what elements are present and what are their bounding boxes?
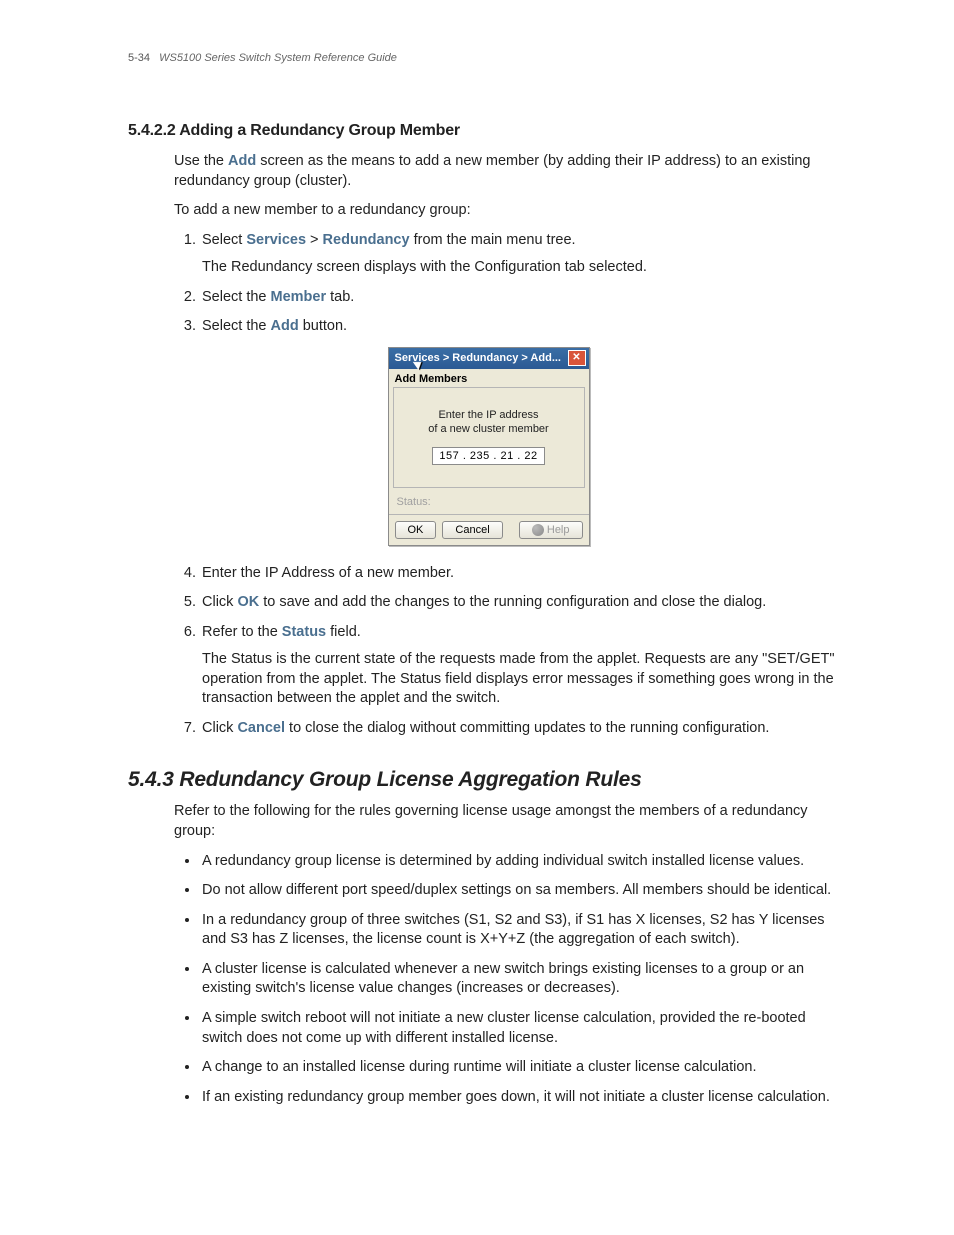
step-6-detail: The Status is the current state of the r… bbox=[202, 650, 849, 709]
doc-title: WS5100 Series Switch System Reference Gu… bbox=[159, 52, 397, 64]
cancel-button[interactable]: Cancel bbox=[442, 521, 502, 539]
section-heading-5422: 5.4.2.2 Adding a Redundancy Group Member bbox=[128, 122, 849, 140]
step-1-detail: The Redundancy screen displays with the … bbox=[202, 258, 849, 278]
close-icon: ✕ bbox=[572, 353, 580, 363]
dialog-titlebar: Services > Redundancy > Add... ✕ bbox=[389, 348, 589, 369]
dialog-screenshot: Services > Redundancy > Add... ✕ Add Mem… bbox=[128, 347, 849, 546]
list-item: In a redundancy group of three switches … bbox=[200, 911, 849, 950]
section-number: 5.4.3 bbox=[128, 768, 174, 791]
cursor-icon bbox=[415, 359, 425, 373]
dialog-body: Enter the IP address of a new cluster me… bbox=[393, 387, 585, 488]
close-button[interactable]: ✕ bbox=[568, 350, 586, 366]
dialog-button-row: OK Cancel Help bbox=[389, 514, 589, 545]
add-members-dialog: Services > Redundancy > Add... ✕ Add Mem… bbox=[388, 347, 590, 546]
list-item: A change to an installed license during … bbox=[200, 1058, 849, 1078]
list-item: Do not allow different port speed/duplex… bbox=[200, 881, 849, 901]
keyword-status: Status bbox=[282, 624, 326, 640]
section-heading-543: 5.4.3 Redundancy Group License Aggregati… bbox=[128, 768, 849, 792]
section-title: Redundancy Group License Aggregation Rul… bbox=[179, 768, 641, 791]
page-number: 5-34 bbox=[128, 52, 150, 64]
section-543-intro: Refer to the following for the rules gov… bbox=[174, 802, 849, 841]
step-2: Select the Member tab. bbox=[200, 288, 849, 308]
step-5: Click OK to save and add the changes to … bbox=[200, 593, 849, 613]
dialog-hint: Enter the IP address of a new cluster me… bbox=[428, 408, 548, 437]
list-item: A simple switch reboot will not initiate… bbox=[200, 1009, 849, 1048]
help-button[interactable]: Help bbox=[519, 521, 583, 539]
section-title: Adding a Redundancy Group Member bbox=[179, 122, 460, 139]
steps-list: Select Services > Redundancy from the ma… bbox=[174, 231, 849, 337]
page-header: 5-34 WS5100 Series Switch System Referen… bbox=[128, 52, 849, 64]
keyword-add-btn: Add bbox=[271, 318, 299, 334]
lead-sentence: To add a new member to a redundancy grou… bbox=[174, 201, 849, 221]
keyword-services: Services bbox=[246, 232, 306, 248]
keyword-cancel: Cancel bbox=[237, 720, 285, 736]
rules-list: A redundancy group license is determined… bbox=[174, 852, 849, 1108]
intro-paragraph: Use the Add screen as the means to add a… bbox=[174, 152, 849, 191]
status-label: Status: bbox=[389, 494, 589, 514]
steps-list-continued: Enter the IP Address of a new member. Cl… bbox=[174, 564, 849, 739]
ok-button[interactable]: OK bbox=[395, 521, 437, 539]
step-1: Select Services > Redundancy from the ma… bbox=[200, 231, 849, 278]
step-7: Click Cancel to close the dialog without… bbox=[200, 719, 849, 739]
help-icon bbox=[532, 524, 544, 536]
list-item: A cluster license is calculated whenever… bbox=[200, 960, 849, 999]
keyword-add: Add bbox=[228, 153, 256, 169]
keyword-member: Member bbox=[271, 289, 327, 305]
list-item: A redundancy group license is determined… bbox=[200, 852, 849, 872]
keyword-ok: OK bbox=[237, 594, 259, 610]
step-4: Enter the IP Address of a new member. bbox=[200, 564, 849, 584]
keyword-redundancy: Redundancy bbox=[323, 232, 410, 248]
section-number: 5.4.2.2 bbox=[128, 122, 176, 139]
step-3: Select the Add button. bbox=[200, 317, 849, 337]
step-6: Refer to the Status field. The Status is… bbox=[200, 623, 849, 709]
list-item: If an existing redundancy group member g… bbox=[200, 1088, 849, 1108]
ip-input[interactable]: 157 . 235 . 21 . 22 bbox=[432, 447, 544, 465]
